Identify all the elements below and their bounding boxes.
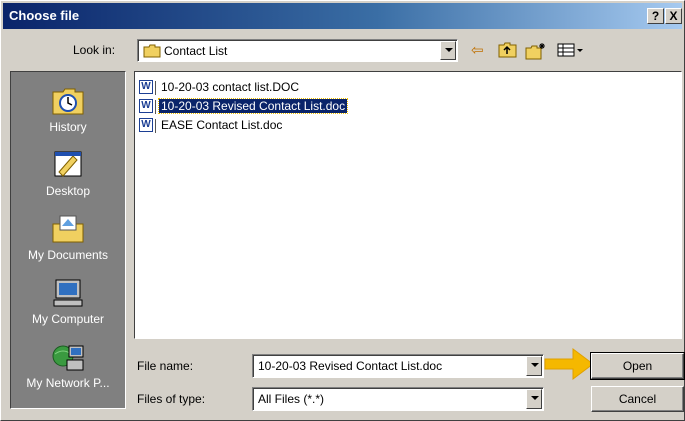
file-name-label: EASE Contact List.doc <box>161 118 283 132</box>
up-folder-svg <box>498 42 517 58</box>
view-menu-icon[interactable] <box>557 42 585 60</box>
place-my-network[interactable]: My Network P... <box>11 334 125 398</box>
help-button[interactable]: ? <box>647 8 664 24</box>
close-button[interactable]: X <box>665 8 682 24</box>
file-type-dropdown[interactable]: All Files (*.*) <box>252 387 544 411</box>
look-in-chevron-down-icon[interactable] <box>440 41 456 60</box>
back-icon[interactable]: ⇦ <box>471 42 484 60</box>
my-network-places-icon <box>52 345 84 371</box>
word-document-icon: W <box>139 118 156 133</box>
place-label: History <box>49 120 87 134</box>
folder-icon <box>143 44 161 58</box>
look-in-label: Look in: <box>73 43 116 57</box>
choose-file-dialog: Choose file ? X Look in: Contact List ⇦ <box>0 0 685 421</box>
file-name-input[interactable]: 10-20-03 Revised Contact List.doc <box>252 354 544 378</box>
history-icon <box>52 88 84 115</box>
file-type-chevron-down-icon[interactable] <box>526 389 542 409</box>
file-list[interactable]: W 10-20-03 contact list.DOC W 10-20-03 R… <box>134 71 682 339</box>
up-folder-icon[interactable] <box>498 42 518 60</box>
file-type-value: All Files (*.*) <box>258 392 325 406</box>
file-type-label: Files of type: <box>137 392 206 406</box>
my-computer-icon <box>53 279 83 307</box>
place-label: My Computer <box>31 312 105 326</box>
place-label: My Documents <box>27 248 109 262</box>
place-history[interactable]: History <box>11 78 125 142</box>
file-name-label: 10-20-03 Revised Contact List.doc <box>157 98 349 114</box>
cancel-button[interactable]: Cancel <box>591 386 684 412</box>
new-folder-svg <box>525 43 545 60</box>
place-my-computer[interactable]: My Computer <box>11 270 125 334</box>
file-name-label: 10-20-03 contact list.DOC <box>161 80 300 94</box>
new-folder-icon[interactable] <box>525 42 547 60</box>
open-button[interactable]: Open <box>590 352 685 380</box>
place-my-documents[interactable]: My Documents <box>11 206 125 270</box>
desktop-icon <box>54 151 82 177</box>
places-bar: History Desktop My Documents My Computer… <box>10 71 126 409</box>
annotation-arrow-icon <box>544 348 594 380</box>
file-name-label: File name: <box>137 359 194 373</box>
look-in-value: Contact List <box>164 44 228 58</box>
my-documents-icon <box>52 215 84 243</box>
file-name-chevron-down-icon[interactable] <box>526 356 542 376</box>
title-bar[interactable]: Choose file ? X <box>3 3 682 29</box>
word-document-icon: W <box>139 80 156 95</box>
place-label: Desktop <box>45 184 91 198</box>
place-desktop[interactable]: Desktop <box>11 142 125 206</box>
place-label: My Network P... <box>26 376 110 390</box>
window-title: Choose file <box>9 8 80 23</box>
look-in-dropdown[interactable]: Contact List <box>137 39 458 62</box>
word-document-icon: W <box>139 99 156 114</box>
view-menu-svg <box>557 43 583 57</box>
file-name-value: 10-20-03 Revised Contact List.doc <box>258 359 443 373</box>
